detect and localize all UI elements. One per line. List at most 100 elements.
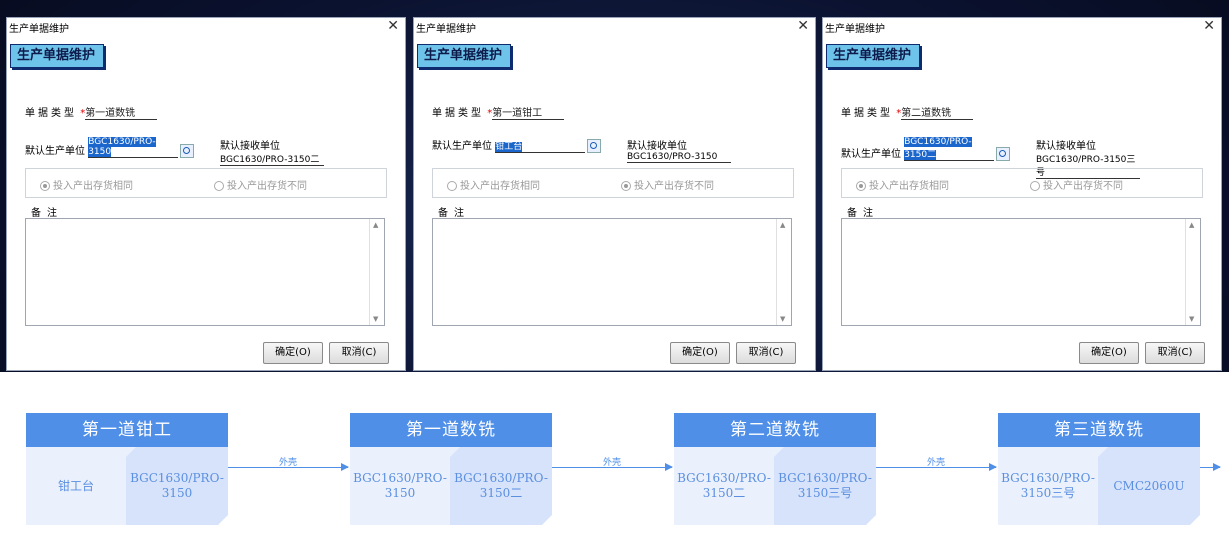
flow-arrow-1: 外壳	[228, 458, 349, 471]
stage-body: BGC1630/PRO-3150 BGC1630/PRO-3150二	[350, 447, 552, 525]
cancel-button[interactable]: 取消(C)	[329, 342, 389, 364]
units-row: 默认生产单位 钳工台 默认接收单位 BGC1630/PRO-3150	[432, 137, 792, 163]
notes-label: 备注	[438, 208, 470, 219]
stage-input: BGC1630/PRO-3150二	[677, 471, 771, 500]
recv-unit-group: 默认接收单位 BGC1630/PRO-3150二	[220, 137, 385, 166]
default-recv-unit-label: 默认接收单位	[1036, 141, 1096, 152]
window-titlebar: 生产单据维护 ✕	[414, 18, 815, 36]
scrollbar[interactable]: ▲ ▼	[776, 219, 791, 325]
stage-title: 第一道钳工	[26, 413, 228, 447]
stage-title: 第三道数铣	[998, 413, 1200, 447]
stage-input: 钳工台	[57, 478, 94, 493]
stage-output: BGC1630/PRO-3150	[126, 447, 228, 525]
stage-output: BGC1630/PRO-3150三号	[774, 447, 876, 525]
window-titlebar: 生产单据维护 ✕	[7, 18, 405, 36]
cancel-button[interactable]: 取消(C)	[736, 342, 796, 364]
doc-type-field[interactable]: 第一道钳工	[492, 104, 565, 120]
notes-textarea[interactable]: ▲ ▼	[25, 218, 385, 326]
radio-diff-label: 投入产出存货不同	[1043, 181, 1123, 192]
doc-type-label: 单据类型	[841, 108, 893, 119]
default-prod-unit-value: BGC1630/PRO-3150	[88, 137, 156, 157]
stage-title: 第二道数铣	[674, 413, 876, 447]
radio-dot	[856, 181, 866, 191]
close-icon[interactable]: ✕	[387, 18, 399, 34]
ok-button[interactable]: 确定(O)	[670, 342, 730, 364]
radio-diff-label: 投入产出存货不同	[634, 181, 714, 192]
default-prod-unit-field[interactable]: BGC1630/PRO-3150二	[904, 137, 995, 161]
radio-dot	[447, 181, 457, 191]
units-row: 默认生产单位 BGC1630/PRO-3150 默认接收单位 BGC1630/P…	[25, 137, 385, 166]
flow-arrow-4	[1200, 463, 1221, 471]
stage-input: BGC1630/PRO-3150三号	[1001, 471, 1095, 500]
scroll-down-icon[interactable]: ▼	[1189, 315, 1194, 323]
notes-textarea[interactable]: ▲ ▼	[841, 218, 1201, 326]
window-title: 生产单据维护	[416, 24, 476, 35]
doc-type-row: 单据类型 *第一道数铣	[25, 104, 158, 120]
window-title: 生产单据维护	[9, 24, 69, 35]
units-row: 默认生产单位 BGC1630/PRO-3150二 默认接收单位 BGC1630/…	[841, 137, 1201, 179]
notes-label: 备注	[847, 208, 879, 219]
radio-diff-inventory[interactable]: 投入产出存货不同	[621, 177, 714, 192]
search-icon[interactable]	[587, 139, 602, 153]
close-icon[interactable]: ✕	[1203, 18, 1215, 34]
scroll-down-icon[interactable]: ▼	[373, 315, 378, 323]
default-prod-unit-value: BGC1630/PRO-3150二	[904, 137, 972, 160]
doc-type-row: 单据类型 *第二道数铣	[841, 104, 974, 120]
ok-button[interactable]: 确定(O)	[1079, 342, 1139, 364]
search-icon[interactable]	[180, 144, 195, 158]
radio-diff-inventory[interactable]: 投入产出存货不同	[214, 177, 307, 192]
search-icon[interactable]	[996, 147, 1011, 161]
doc-type-field[interactable]: 第二道数铣	[901, 104, 974, 120]
notes-label: 备注	[31, 208, 63, 219]
scroll-up-icon[interactable]: ▲	[1189, 221, 1194, 229]
recv-unit-group: 默认接收单位 BGC1630/PRO-3150	[627, 137, 792, 163]
dialog-doc-maintenance-1: 生产单据维护 ✕ 生产单据维护 单据类型 *第一道数铣 默认生产单位 BGC16…	[6, 17, 406, 371]
default-prod-unit-value: 钳工台	[495, 142, 523, 152]
stage-title: 第一道数铣	[350, 413, 552, 447]
flow-stage-4: 第三道数铣 BGC1630/PRO-3150三号 CMC2060U	[998, 413, 1200, 525]
stage-output: CMC2060U	[1098, 447, 1200, 525]
flow-arrow-3: 外壳	[876, 458, 997, 471]
doc-type-field[interactable]: 第一道数铣	[85, 104, 158, 120]
radio-same-label: 投入产出存货相同	[460, 181, 540, 192]
stage-body: BGC1630/PRO-3150三号 CMC2060U	[998, 447, 1200, 525]
flow-stage-3: 第二道数铣 BGC1630/PRO-3150二 BGC1630/PRO-3150…	[674, 413, 876, 525]
radio-same-inventory[interactable]: 投入产出存货相同	[447, 177, 540, 192]
radio-dot	[40, 181, 50, 191]
dialog-doc-maintenance-3: 生产单据维护 ✕ 生产单据维护 单据类型 *第二道数铣 默认生产单位 BGC16…	[822, 17, 1222, 371]
scrollbar[interactable]: ▲ ▼	[1185, 219, 1200, 325]
scroll-up-icon[interactable]: ▲	[373, 221, 378, 229]
radio-same-inventory[interactable]: 投入产出存货相同	[40, 177, 133, 192]
dialog-doc-maintenance-2: 生产单据维护 ✕ 生产单据维护 单据类型 *第一道钳工 默认生产单位 钳工台 默…	[413, 17, 816, 371]
radio-dot	[621, 181, 631, 191]
cancel-button[interactable]: 取消(C)	[1145, 342, 1205, 364]
doc-type-label: 单据类型	[432, 108, 484, 119]
scroll-down-icon[interactable]: ▼	[780, 315, 785, 323]
flow-stage-1: 第一道钳工 钳工台 BGC1630/PRO-3150	[26, 413, 228, 525]
ok-button[interactable]: 确定(O)	[263, 342, 323, 364]
default-recv-unit-field[interactable]: BGC1630/PRO-3150二	[220, 152, 324, 166]
default-recv-unit-label: 默认接收单位	[220, 141, 280, 152]
dialog-heading: 生产单据维护	[417, 44, 512, 68]
default-prod-unit-field[interactable]: BGC1630/PRO-3150	[88, 137, 179, 158]
close-icon[interactable]: ✕	[797, 18, 809, 34]
dialog-heading: 生产单据维护	[826, 44, 921, 68]
radio-same-inventory[interactable]: 投入产出存货相同	[856, 177, 949, 192]
stage-body: BGC1630/PRO-3150二 BGC1630/PRO-3150三号	[674, 447, 876, 525]
scrollbar[interactable]: ▲ ▼	[369, 219, 384, 325]
radio-dot	[1030, 181, 1040, 191]
default-recv-unit-field[interactable]: BGC1630/PRO-3150	[627, 152, 731, 163]
dialog-heading: 生产单据维护	[10, 44, 105, 68]
flow-stage-2: 第一道数铣 BGC1630/PRO-3150 BGC1630/PRO-3150二	[350, 413, 552, 525]
default-prod-unit-label: 默认生产单位	[25, 146, 85, 157]
arrow-label: 外壳	[926, 458, 946, 468]
flow-arrow-2: 外壳	[552, 458, 673, 471]
window-title: 生产单据维护	[825, 24, 885, 35]
stage-body: 钳工台 BGC1630/PRO-3150	[26, 447, 228, 525]
scroll-up-icon[interactable]: ▲	[780, 221, 785, 229]
stage-input: BGC1630/PRO-3150	[353, 471, 447, 500]
radio-diff-label: 投入产出存货不同	[227, 181, 307, 192]
radio-diff-inventory[interactable]: 投入产出存货不同	[1030, 177, 1123, 192]
notes-textarea[interactable]: ▲ ▼	[432, 218, 792, 326]
default-prod-unit-field[interactable]: 钳工台	[495, 139, 586, 153]
